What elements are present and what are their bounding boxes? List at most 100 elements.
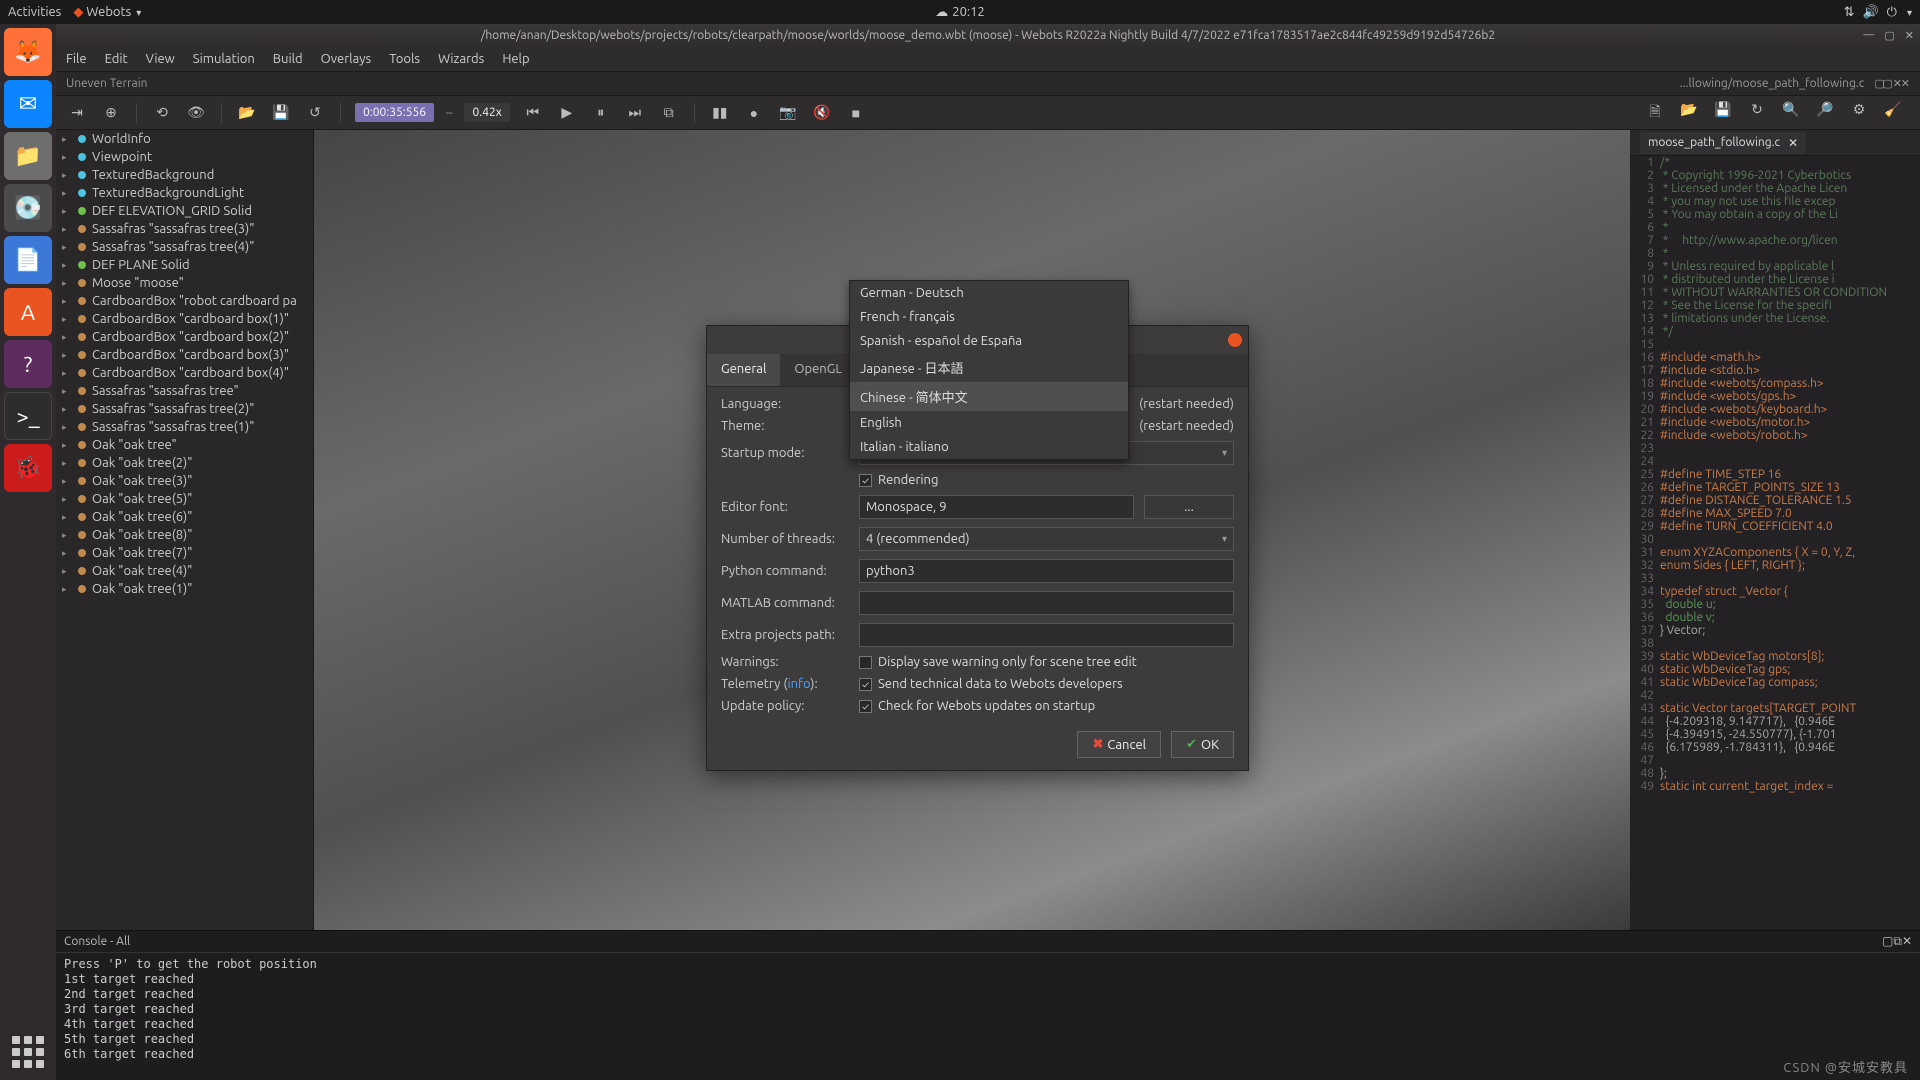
tree-item[interactable]: ▸CardboardBox "robot cardboard pa [56, 292, 313, 310]
open-file-icon[interactable]: 📂 [1678, 101, 1700, 125]
font-browse-button[interactable]: ... [1144, 495, 1234, 519]
screenshot-icon[interactable]: 📷 [777, 104, 799, 121]
tab-general[interactable]: General [707, 354, 780, 386]
find-replace-icon[interactable]: 🔎 [1814, 101, 1836, 125]
thunderbird-icon[interactable]: ✉ [4, 80, 52, 128]
tree-item[interactable]: ▸Viewpoint [56, 148, 313, 166]
files-icon[interactable]: 📁 [4, 132, 52, 180]
add-node-icon[interactable]: ⊕ [100, 104, 122, 121]
tree-item[interactable]: ▸Sassafras "sassafras tree(2)" [56, 400, 313, 418]
tree-item[interactable]: ▸WorldInfo [56, 130, 313, 148]
editor-max-button[interactable]: ▢ [1874, 77, 1884, 90]
console-undock-button[interactable]: ⧉ [1893, 935, 1902, 948]
terminal-icon[interactable]: >_ [4, 392, 52, 440]
sound-icon[interactable]: 🔇 [811, 104, 833, 121]
tree-item[interactable]: ▸DEF ELEVATION_GRID Solid [56, 202, 313, 220]
tree-item[interactable]: ▸TexturedBackground [56, 166, 313, 184]
show-apps-button[interactable] [12, 1036, 44, 1068]
lang-option[interactable]: French - français [850, 305, 1128, 329]
extra-input[interactable] [859, 623, 1234, 647]
rendering-checkbox[interactable]: ✓Rendering [859, 473, 938, 487]
menu-file[interactable]: File [66, 52, 87, 66]
tree-item[interactable]: ▸Moose "moose" [56, 274, 313, 292]
python-input[interactable] [859, 559, 1234, 583]
close-button[interactable]: ✕ [1905, 29, 1914, 42]
clean-icon[interactable]: 🧹 [1882, 101, 1904, 125]
tree-item[interactable]: ▸Oak "oak tree" [56, 436, 313, 454]
search-icon[interactable]: 🔍 [1780, 101, 1802, 125]
volume-icon[interactable]: 🔊 [1862, 5, 1878, 20]
font-input[interactable] [859, 495, 1134, 519]
console-max-button[interactable]: ▢ [1882, 935, 1893, 948]
view-icon[interactable]: 👁 [185, 104, 207, 121]
app-menu[interactable]: ◆ Webots [73, 5, 141, 20]
tree-item[interactable]: ▸CardboardBox "cardboard box(4)" [56, 364, 313, 382]
code-editor[interactable]: moose_path_following.c ✕ 1/*2 * Copyrigh… [1630, 130, 1920, 930]
menu-build[interactable]: Build [273, 52, 303, 66]
tree-item[interactable]: ▸Sassafras "sassafras tree(4)" [56, 238, 313, 256]
tree-item[interactable]: ▸CardboardBox "cardboard box(1)" [56, 310, 313, 328]
lang-option[interactable]: Spanish - español de España [850, 329, 1128, 353]
network-icon[interactable]: ⇅ [1844, 5, 1855, 20]
open-icon[interactable]: 📂 [236, 104, 258, 121]
telemetry-info-link[interactable]: info [787, 677, 810, 691]
warnings-checkbox[interactable]: Display save warning only for scene tree… [859, 655, 1137, 669]
update-checkbox[interactable]: ✓Check for Webots updates on startup [859, 699, 1095, 713]
menu-view[interactable]: View [146, 52, 175, 66]
tree-item[interactable]: ▸Oak "oak tree(5)" [56, 490, 313, 508]
tree-item[interactable]: ▸Oak "oak tree(8)" [56, 526, 313, 544]
tree-item[interactable]: ▸Oak "oak tree(3)" [56, 472, 313, 490]
lang-option[interactable]: Chinese - 简体中文 [850, 382, 1128, 411]
menu-simulation[interactable]: Simulation [193, 52, 255, 66]
movie-icon[interactable]: ▮▮ [709, 104, 731, 121]
tree-item[interactable]: ▸Oak "oak tree(4)" [56, 562, 313, 580]
matlab-input[interactable] [859, 591, 1234, 615]
tree-item[interactable]: ▸Oak "oak tree(6)" [56, 508, 313, 526]
webots-icon[interactable]: 🐞 [4, 444, 52, 492]
maximize-button[interactable]: ▢ [1884, 29, 1894, 42]
new-file-icon[interactable]: 🗎 [1644, 101, 1666, 125]
tab-opengl[interactable]: OpenGL [780, 354, 856, 386]
step-icon[interactable]: ⧉ [658, 104, 680, 121]
editor-tab[interactable]: moose_path_following.c ✕ [1640, 132, 1806, 154]
refresh-icon[interactable]: ↻ [1746, 101, 1768, 125]
lang-option[interactable]: German - Deutsch [850, 281, 1128, 305]
dialog-close-button[interactable] [1228, 333, 1242, 347]
stop-icon[interactable]: ■ [845, 105, 867, 121]
editor-close-button[interactable]: ✕ [1893, 77, 1902, 90]
menu-edit[interactable]: Edit [105, 52, 128, 66]
pause-icon[interactable]: ⏸ [590, 104, 612, 121]
save-icon[interactable]: 💾 [270, 104, 292, 121]
tree-item[interactable]: ▸Sassafras "sassafras tree(1)" [56, 418, 313, 436]
scene-tree[interactable]: ▸WorldInfo▸Viewpoint▸TexturedBackground▸… [56, 130, 314, 930]
record-icon[interactable]: ● [743, 105, 765, 121]
lang-option[interactable]: Japanese - 日本語 [850, 353, 1128, 382]
rewind-icon[interactable]: ⏮ [522, 104, 544, 121]
tree-item[interactable]: ▸DEF PLANE Solid [56, 256, 313, 274]
tree-item[interactable]: ▸Oak "oak tree(1)" [56, 580, 313, 598]
activities-button[interactable]: Activities [8, 5, 61, 20]
libreoffice-icon[interactable]: 📄 [4, 236, 52, 284]
tree-item[interactable]: ▸Oak "oak tree(2)" [56, 454, 313, 472]
tree-item[interactable]: ▸Oak "oak tree(7)" [56, 544, 313, 562]
clock[interactable]: 20:12 [952, 5, 985, 19]
tree-item[interactable]: ▸CardboardBox "cardboard box(3)" [56, 346, 313, 364]
telemetry-checkbox[interactable]: ✓Send technical data to Webots developer… [859, 677, 1123, 691]
software-icon[interactable]: A [4, 288, 52, 336]
lang-option[interactable]: Italian - italiano [850, 435, 1128, 459]
tree-item[interactable]: ▸CardboardBox "cardboard box(2)" [56, 328, 313, 346]
help-icon[interactable]: ? [4, 340, 52, 388]
tree-item[interactable]: ▸Sassafras "sassafras tree" [56, 382, 313, 400]
firefox-icon[interactable]: 🦊 [4, 28, 52, 76]
menu-overlays[interactable]: Overlays [321, 52, 372, 66]
build-icon[interactable]: ⚙ [1848, 101, 1870, 125]
save-node-icon[interactable]: ⇥ [66, 104, 88, 121]
reset-icon[interactable]: ↺ [304, 104, 326, 121]
close-tab-icon[interactable]: ✕ [1788, 136, 1798, 150]
menu-help[interactable]: Help [502, 52, 529, 66]
tree-item[interactable]: ▸TexturedBackgroundLight [56, 184, 313, 202]
fast-icon[interactable]: ⏭ [624, 104, 646, 121]
scene-close-button[interactable]: ✕ [1901, 77, 1910, 90]
minimize-button[interactable]: — [1863, 29, 1874, 42]
save-file-icon[interactable]: 💾 [1712, 101, 1734, 125]
